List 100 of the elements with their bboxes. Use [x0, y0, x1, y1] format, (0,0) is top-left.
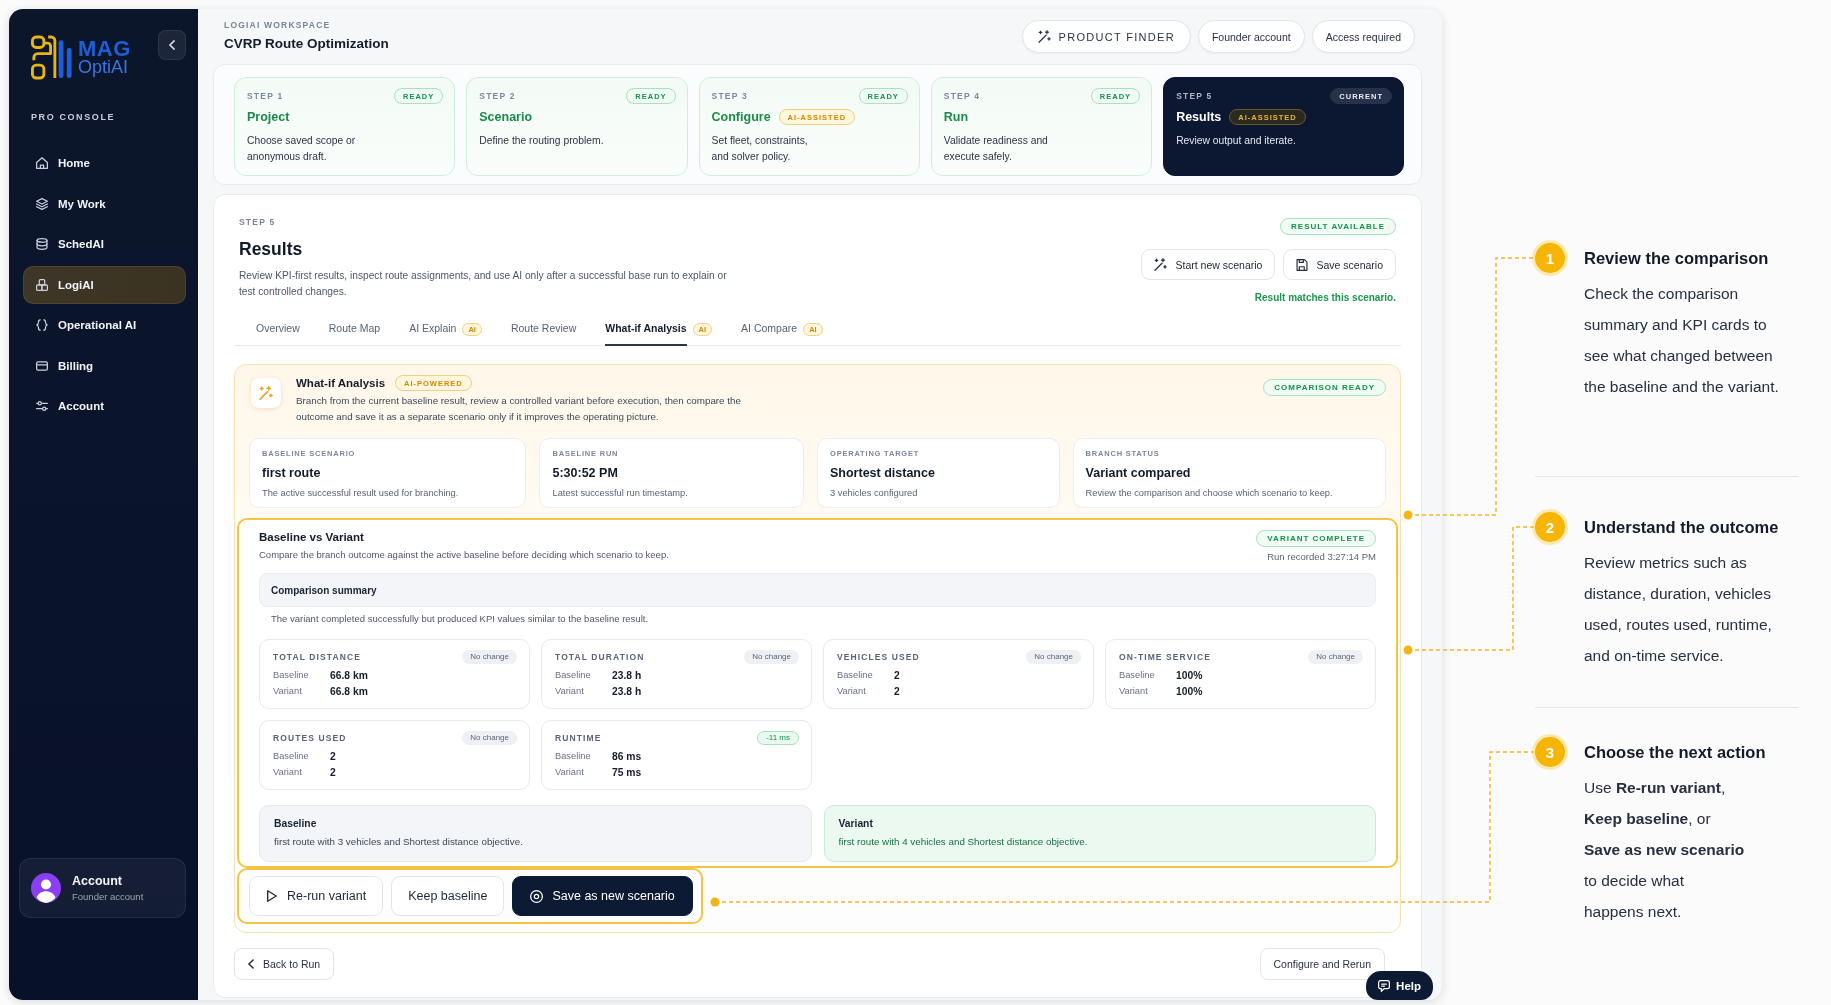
kpi-row-label: Baseline: [273, 670, 310, 680]
guide-title: Choose the next action: [1584, 742, 1767, 763]
step-description: Set fleet, constraints, and solver policy.: [711, 134, 809, 164]
tab[interactable]: Route Map: [328, 312, 381, 346]
guide-text: Check the comparison summary and KPI cards to see what changed between the baseline and the variant.: [1584, 284, 1780, 397]
info-value: Variant compared: [1085, 465, 1192, 482]
step-label: STEP 4: [943, 91, 981, 101]
narrative-title: Variant: [838, 817, 874, 831]
kpi-value: 100%: [1176, 685, 1203, 697]
change-badge: No change: [1026, 650, 1081, 664]
boxes-icon: [36, 278, 48, 291]
guide-text: Review metrics such as distance, duration, vehicles used, routes used, runtime, and on-time service.: [1584, 553, 1773, 666]
kpi-label: VEHICLES USED: [837, 652, 920, 662]
narrative-title: Baseline: [274, 817, 318, 831]
change-badge: No change: [744, 650, 799, 664]
logo-icon: [31, 35, 73, 80]
nav-item[interactable]: Home: [23, 144, 186, 182]
workspace-label: LOGIAI WORKSPACE: [224, 19, 332, 31]
narrative-text: first route with 3 vehicles and Shortest distance objective.: [274, 835, 524, 849]
home-icon: [36, 157, 48, 169]
step-label: STEP 5: [1176, 91, 1213, 101]
wand-icon: [1037, 30, 1051, 43]
status-badge: RESULT AVAILABLE: [1280, 218, 1396, 235]
info-value: 5:30:52 PM: [552, 465, 619, 482]
action-button[interactable]: Keep baseline: [391, 876, 505, 916]
section-description: Review KPI-first results, inspect route assignments, and use AI only after a successful base run to explain or test controlled changes.: [239, 269, 727, 299]
kpi-value: 2: [330, 766, 336, 778]
kpi-row-label: Variant: [273, 686, 303, 696]
guide-text: Use Re-run variant, Keep baseline, or Save as new scenario to decide what happens next.: [1584, 778, 1746, 922]
kpi-value: 75 ms: [612, 766, 642, 778]
kpi-value: 66.8 km: [330, 669, 368, 681]
step-description: Review output and iterate.: [1176, 134, 1297, 148]
step-title: Project: [247, 110, 290, 124]
layers-icon: [36, 197, 48, 210]
info-note: Review the comparison and choose which scenario to keep.: [1085, 487, 1334, 500]
wand-icon: [1154, 258, 1168, 271]
step-label: STEP 2: [479, 91, 516, 101]
kpi-row-label: Variant: [555, 767, 585, 777]
header-button[interactable]: Access required: [1311, 20, 1415, 53]
match-note: Result matches this scenario.: [1254, 292, 1396, 304]
change-badge: No change: [1308, 650, 1363, 664]
panel-description: Branch from the current baseline result, review a controlled variant before execution, then compare the outcome and save it as a separate scenario only if it improves the operating picture.: [296, 394, 742, 424]
action-button[interactable]: Start new scenario: [1141, 249, 1276, 280]
chevron-left-icon: [248, 959, 254, 969]
account-card[interactable]: Account Founder account: [19, 858, 186, 918]
account-role: Founder account: [72, 889, 144, 904]
kpi-value: 2: [894, 685, 900, 697]
page-title: CVRP Route Optimization: [224, 35, 389, 53]
step-description: Validate readiness and execute safely.: [943, 134, 1049, 164]
logo-text: MAG: [78, 38, 131, 58]
circle-dot-icon: [530, 889, 544, 903]
tab[interactable]: Route Review: [510, 312, 577, 346]
card-icon: [36, 359, 48, 372]
logo-text: OptiAI: [78, 57, 130, 77]
kpi-label: RUNTIME: [555, 733, 602, 743]
nav-item[interactable]: SchedAI: [23, 225, 186, 263]
help-button[interactable]: Help: [1366, 971, 1433, 1000]
step-number: 2: [1535, 512, 1565, 542]
kpi-row-label: Variant: [273, 767, 303, 777]
kpi-value: 66.8 km: [330, 685, 368, 697]
status-badge: COMPARISON READY: [1263, 379, 1386, 396]
action-button[interactable]: Save scenario: [1283, 249, 1396, 280]
kpi-value: 100%: [1176, 669, 1203, 681]
info-note: 3 vehicles configured: [830, 487, 919, 500]
kpi-value: 2: [330, 750, 336, 762]
kpi-row-label: Baseline: [555, 751, 592, 761]
nav-item[interactable]: Operational AI: [23, 306, 186, 344]
nav-item[interactable]: Billing: [23, 346, 186, 385]
action-button[interactable]: Save as new scenario: [512, 876, 693, 916]
narrative-text: first route with 4 vehicles and Shortest distance objective.: [838, 835, 1089, 849]
account-name: Account: [72, 872, 123, 889]
kpi-label: ON-TIME SERVICE: [1119, 652, 1211, 662]
header-button[interactable]: PRODUCT FINDER: [1021, 20, 1191, 53]
section-title: Baseline vs Variant: [259, 530, 365, 545]
step-description: Choose saved scope or anonymous draft.: [247, 134, 357, 164]
kpi-value: 2: [894, 669, 900, 681]
nav-item[interactable]: LogiAI: [23, 265, 186, 304]
braces-icon: [36, 319, 48, 331]
change-badge: No change: [462, 650, 517, 664]
section-title: Results: [239, 238, 304, 260]
action-button[interactable]: Re-run variant: [249, 876, 384, 916]
header-button[interactable]: Founder account: [1197, 20, 1305, 53]
step-label: STEP 1: [247, 91, 284, 101]
sliders-icon: [36, 400, 48, 412]
info-value: Shortest distance: [830, 465, 936, 482]
configure-button[interactable]: Configure and Rerun: [1259, 948, 1385, 980]
chevron-left-icon: [169, 40, 175, 50]
back-button[interactable]: Back to Run: [234, 948, 335, 980]
tab[interactable]: Overview: [256, 312, 300, 346]
summary-text: The variant completed successfully but produced KPI values similar to the baseline result.: [270, 612, 650, 625]
nav-item[interactable]: My Work: [23, 184, 186, 223]
chat-icon: [1378, 979, 1391, 992]
step-label: STEP 3: [711, 91, 748, 101]
nav-item[interactable]: Account: [23, 387, 186, 425]
info-value: first route: [262, 465, 322, 482]
guide-title: Understand the outcome: [1584, 517, 1780, 538]
database-icon: [36, 238, 48, 250]
kpi-row-label: Baseline: [1119, 670, 1156, 680]
section-label: PRO CONSOLE: [31, 111, 117, 123]
collapse-button[interactable]: [158, 30, 186, 60]
